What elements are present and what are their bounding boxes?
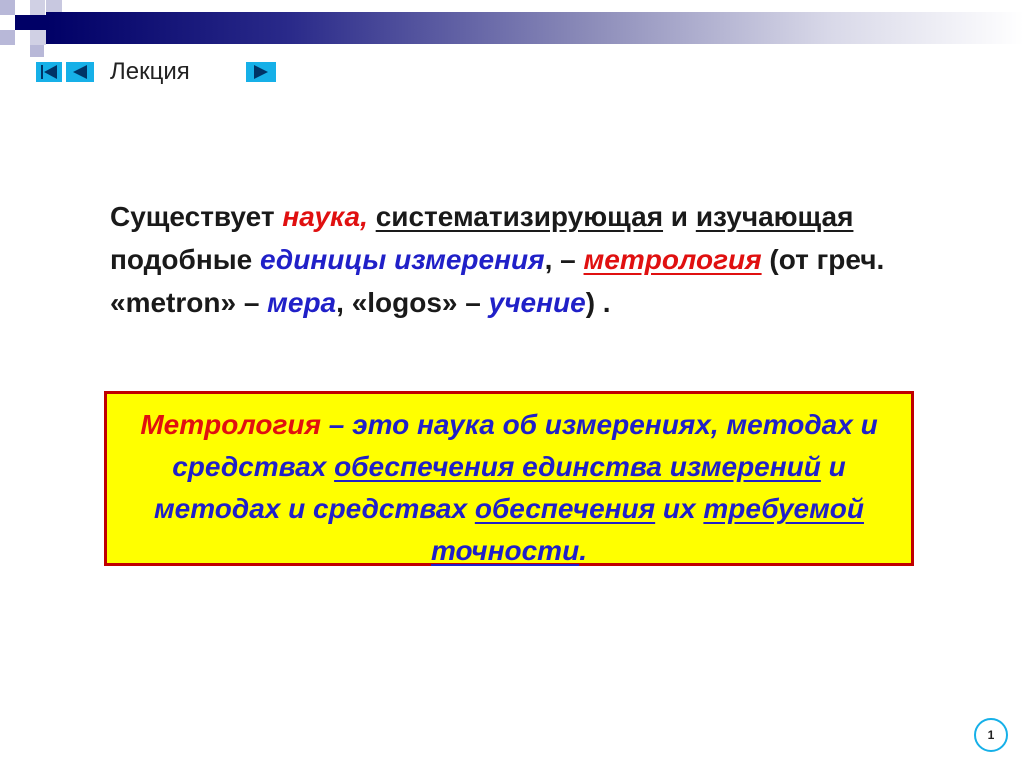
text-science: наука, xyxy=(282,201,368,232)
nav-label: Лекция xyxy=(110,58,190,85)
text-units: единицы измерения xyxy=(260,244,545,275)
decor-square xyxy=(0,30,15,45)
definition-text: их xyxy=(655,493,704,524)
definition-term: Метрология xyxy=(140,409,322,440)
text-metrology: метрология xyxy=(583,244,762,275)
header-gradient-bar xyxy=(46,12,1024,44)
decor-square xyxy=(15,0,30,15)
decor-square xyxy=(30,30,46,45)
definition-box: Метрология – это наука об измерениях, ме… xyxy=(104,391,914,566)
text-run xyxy=(368,201,376,232)
decor-square xyxy=(30,45,44,57)
prev-slide-icon xyxy=(73,65,87,79)
page-number: 1 xyxy=(974,718,1008,752)
decor-square xyxy=(30,15,46,30)
decor-square xyxy=(15,30,30,45)
definition-text: . xyxy=(579,535,587,566)
first-slide-icon xyxy=(41,65,57,79)
text-run: подобные xyxy=(110,244,260,275)
next-slide-icon xyxy=(254,65,268,79)
text-teaching: учение xyxy=(488,287,586,318)
decor-square xyxy=(30,0,45,15)
first-slide-button[interactable] xyxy=(36,62,62,82)
next-slide-button[interactable] xyxy=(246,62,276,82)
prev-slide-button[interactable] xyxy=(66,62,94,82)
text-systematizing: систематизирующая xyxy=(375,201,664,232)
text-run: ) . xyxy=(585,287,611,318)
text-run: и xyxy=(663,201,696,232)
definition-text: обеспечения единства измерений xyxy=(334,451,821,482)
decor-square xyxy=(46,0,62,12)
decor-square xyxy=(15,15,30,30)
text-run: , «logos» – xyxy=(336,287,489,318)
text-run: , – xyxy=(544,244,584,275)
text-run: Существует xyxy=(110,201,283,232)
main-paragraph: Существует наука, систематизирующая и из… xyxy=(110,195,910,324)
definition-text: обеспечения xyxy=(474,493,656,524)
text-studying: изучающая xyxy=(695,201,854,232)
decor-square xyxy=(0,0,15,15)
text-measure: мера xyxy=(267,287,337,318)
